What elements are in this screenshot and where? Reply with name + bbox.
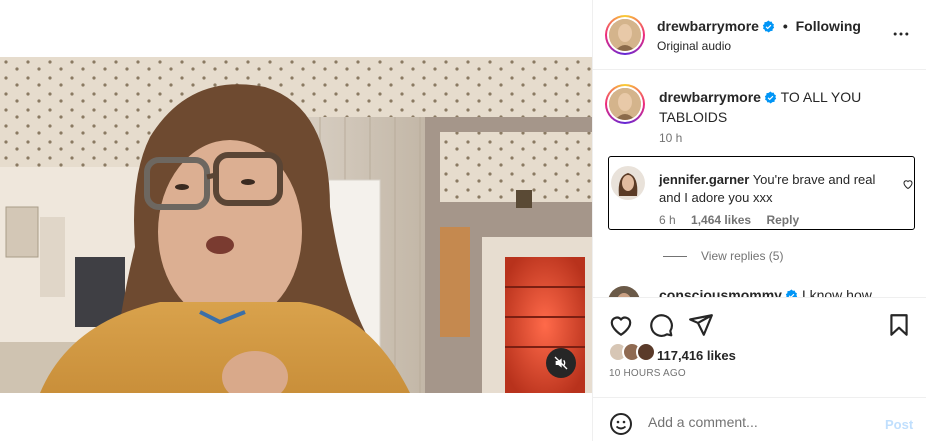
author-avatar[interactable]: [605, 15, 645, 55]
commenter-avatar[interactable]: [611, 166, 645, 200]
commenter-avatar[interactable]: [608, 286, 640, 297]
comment-body: jennifer.garner You're brave and real an…: [659, 171, 899, 207]
avatar-photo: [608, 286, 640, 297]
comment-time[interactable]: 6 h: [659, 213, 676, 227]
muted-speaker-icon: [554, 356, 568, 370]
verified-icon: [785, 289, 798, 297]
view-replies-button[interactable]: View replies (5): [663, 249, 783, 263]
avatar-photo: [609, 19, 641, 51]
verified-icon: [764, 90, 777, 108]
post-button[interactable]: Post: [885, 417, 913, 432]
comment-meta: 6 h 1,464 likes Reply: [659, 213, 811, 227]
post-panel: drewbarrymore • Following Original audio: [592, 0, 926, 441]
caption: drewbarrymore TO ALL YOU TABLOIDS: [659, 88, 909, 126]
comment-likes[interactable]: 1,464 likes: [691, 213, 751, 227]
comments-list[interactable]: drewbarrymore TO ALL YOU TABLOIDS 10 h j…: [593, 71, 926, 297]
post-username[interactable]: drewbarrymore: [657, 18, 759, 34]
reply-button[interactable]: Reply: [766, 213, 799, 227]
replies-divider-line: [663, 256, 687, 258]
caption-avatar[interactable]: [605, 84, 645, 124]
comment-item: jennifer.garner You're brave and real an…: [608, 156, 915, 230]
verified-icon: [762, 20, 775, 36]
comment-username[interactable]: consciousmommy: [659, 287, 782, 297]
original-audio-link[interactable]: Original audio: [657, 39, 731, 53]
emoji-icon[interactable]: [609, 412, 633, 436]
instagram-post-view: drewbarrymore • Following Original audio: [0, 0, 926, 441]
comment-text: I know how: [801, 287, 872, 297]
post-author-line: drewbarrymore • Following: [657, 18, 861, 36]
comment-item: consciousmommy I know how: [659, 287, 872, 297]
comment-input[interactable]: [648, 414, 878, 430]
bookmark-icon[interactable]: [886, 312, 912, 338]
avatar-photo: [611, 166, 645, 200]
share-icon[interactable]: [688, 312, 714, 338]
post-timestamp[interactable]: 10 HOURS AGO: [609, 368, 686, 379]
comment-composer: Post: [593, 397, 926, 441]
video-frame: [0, 57, 592, 393]
video-player[interactable]: [0, 57, 592, 393]
view-replies-label: View replies (5): [701, 249, 784, 263]
caption-username[interactable]: drewbarrymore: [659, 89, 761, 105]
media-area: [0, 0, 592, 441]
comment-icon[interactable]: [648, 312, 674, 338]
more-horizontal-icon[interactable]: [891, 24, 911, 44]
caption-timestamp[interactable]: 10 h: [659, 131, 682, 145]
post-header: drewbarrymore • Following Original audio: [593, 0, 926, 70]
avatar: [636, 342, 656, 362]
comment-like-heart-icon[interactable]: [902, 178, 914, 190]
mute-button[interactable]: [546, 348, 576, 378]
separator-dot: •: [782, 18, 788, 34]
likes-count[interactable]: 117,416 likes: [657, 348, 736, 363]
post-actions: 117,416 likes 10 HOURS AGO: [593, 297, 926, 397]
avatar-photo: [609, 88, 641, 120]
following-button[interactable]: Following: [796, 18, 861, 34]
comment-username[interactable]: jennifer.garner: [659, 172, 749, 187]
heart-icon[interactable]: [608, 312, 634, 338]
